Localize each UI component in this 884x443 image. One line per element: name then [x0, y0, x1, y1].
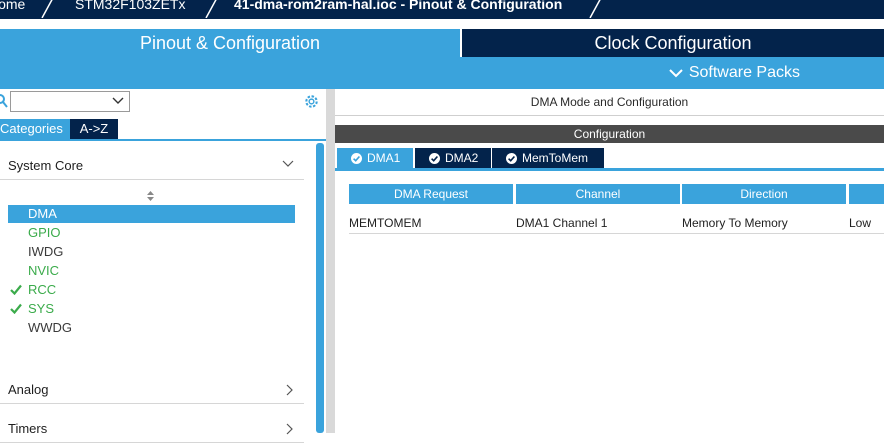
breadcrumb-separator-icon	[205, 0, 217, 18]
breadcrumb: Home STM32F103ZETx 41-dma-rom2ram-hal.io…	[0, 0, 884, 19]
list-item-nvic[interactable]: NVIC	[8, 262, 295, 280]
table-cell-priority[interactable]: Low	[849, 213, 884, 233]
breadcrumb-home[interactable]: Home	[0, 0, 25, 14]
list-item-wwdg[interactable]: WWDG	[8, 319, 295, 337]
sort-icon[interactable]	[146, 190, 155, 202]
table-row-divider	[349, 233, 884, 234]
column-header-direction[interactable]: Direction	[682, 184, 846, 204]
item-label: WWDG	[28, 320, 73, 335]
tab-dma1[interactable]: DMA1	[337, 148, 413, 168]
configuration-header: Configuration	[335, 125, 884, 143]
chevron-down-icon	[669, 69, 683, 78]
tree-scrollbar[interactable]	[316, 143, 324, 433]
item-label: DMA	[28, 206, 57, 221]
dma-configuration-panel: DMA Mode and Configuration Configuration…	[335, 89, 884, 433]
check-circle-icon	[506, 152, 517, 164]
category-analog[interactable]: Analog	[0, 377, 304, 404]
tab-clock-configuration[interactable]: Clock Configuration	[462, 29, 884, 57]
list-item-gpio[interactable]: GPIO	[8, 224, 295, 242]
chevron-right-icon	[286, 384, 293, 396]
check-circle-icon	[429, 152, 440, 164]
column-header-priority[interactable]	[849, 184, 884, 204]
tab-dma2[interactable]: DMA2	[415, 148, 491, 168]
tab-label: DMA2	[445, 151, 479, 165]
mode-configuration-title: DMA Mode and Configuration	[335, 89, 884, 116]
item-label: NVIC	[28, 263, 60, 278]
chevron-right-icon	[286, 423, 293, 435]
breadcrumb-separator-icon	[589, 0, 601, 18]
table-cell-direction[interactable]: Memory To Memory	[682, 213, 846, 233]
item-label: SYS	[28, 301, 55, 316]
item-label: GPIO	[28, 225, 61, 240]
software-packs-label: Software Packs	[688, 64, 800, 81]
category-label: System Core	[8, 158, 84, 173]
checkmark-icon	[10, 284, 22, 295]
tab-label: MemToMem	[522, 151, 589, 165]
column-header-channel[interactable]: Channel	[516, 184, 680, 204]
item-label: RCC	[28, 282, 57, 297]
category-system-core[interactable]: System Core	[0, 153, 304, 180]
tabs-underline	[0, 139, 326, 141]
software-packs-bar: Software Packs	[0, 57, 884, 89]
software-packs-menu[interactable]: Software Packs	[669, 64, 800, 82]
chevron-down-icon	[282, 160, 294, 167]
breadcrumb-separator-icon	[41, 0, 53, 18]
search-combobox[interactable]	[10, 91, 130, 112]
search-icon	[0, 94, 8, 108]
breadcrumb-project[interactable]: 41-dma-rom2ram-hal.ioc - Pinout & Config…	[234, 0, 562, 14]
check-circle-icon	[351, 152, 362, 164]
tab-memtomem[interactable]: MemToMem	[492, 148, 604, 168]
list-item-rcc[interactable]: RCC	[8, 281, 295, 299]
chevron-down-icon[interactable]	[112, 97, 124, 105]
panel-splitter[interactable]	[326, 89, 335, 433]
tab-categories[interactable]: Categories	[0, 119, 70, 139]
main-tab-bar: Pinout & Configuration Clock Configurati…	[0, 29, 884, 57]
item-label: IWDG	[28, 244, 64, 259]
tab-a-to-z[interactable]: A->Z	[70, 119, 118, 139]
tab-pinout-configuration[interactable]: Pinout & Configuration	[0, 29, 460, 57]
list-item-iwdg[interactable]: IWDG	[8, 243, 295, 261]
checkmark-icon	[10, 303, 22, 314]
category-timers[interactable]: Timers	[0, 416, 304, 443]
gear-icon[interactable]	[303, 93, 320, 110]
table-cell-dma-request[interactable]: MEMTOMEM	[349, 213, 513, 233]
list-item-dma[interactable]: DMA	[8, 205, 295, 223]
category-label: Analog	[8, 382, 49, 397]
column-header-dma-request[interactable]: DMA Request	[349, 184, 513, 204]
component-tree-panel: Categories A->Z System Core DMA GPIO IWD…	[0, 89, 326, 443]
category-label: Timers	[8, 421, 48, 436]
table-cell-channel[interactable]: DMA1 Channel 1	[516, 213, 680, 233]
list-item-sys[interactable]: SYS	[8, 300, 295, 318]
breadcrumb-mcu[interactable]: STM32F103ZETx	[75, 0, 185, 14]
dma-tabs-underline	[335, 168, 884, 171]
tab-label: DMA1	[367, 151, 401, 165]
